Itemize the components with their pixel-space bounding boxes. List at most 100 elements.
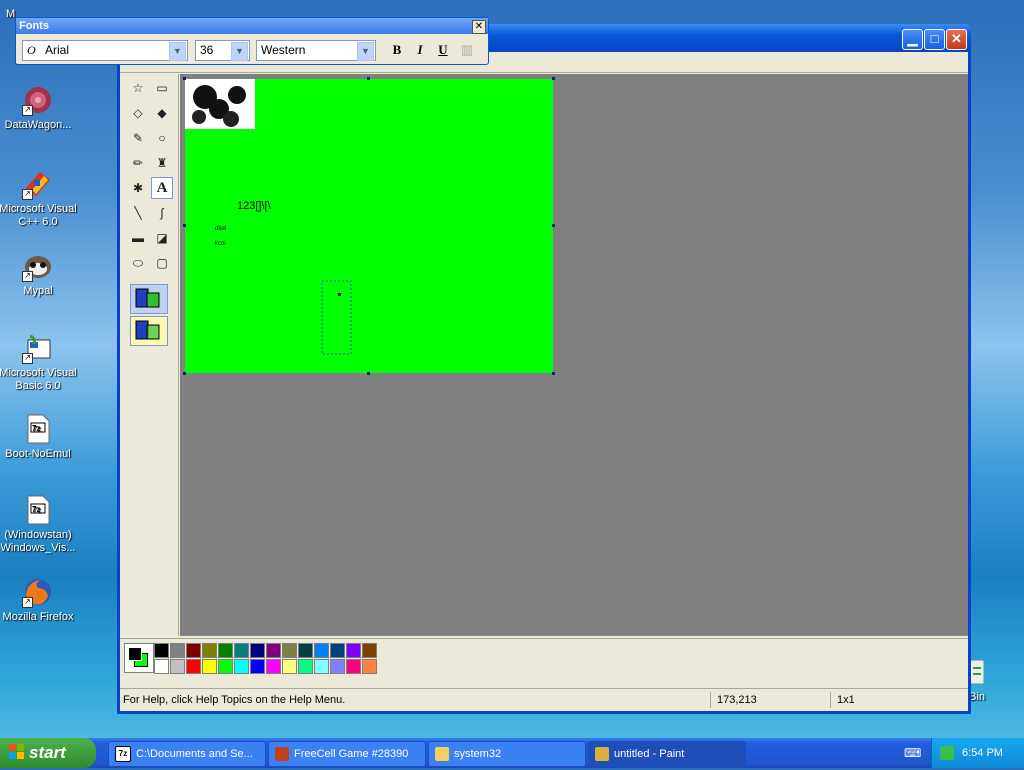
desktop-icon-visual-cpp[interactable]: ↗ Microsoft Visual C++ 6.0 — [0, 168, 78, 229]
color-swatch[interactable] — [154, 659, 169, 674]
desktop-icon-label: Mypal — [23, 285, 53, 297]
mypal-icon: ↗ — [22, 250, 54, 282]
task-button-documents[interactable]: 7z C:\Documents and Se... — [108, 741, 266, 767]
color-swatch[interactable] — [202, 659, 217, 674]
brush-tool[interactable]: ♜ — [152, 153, 172, 173]
color-swatch[interactable] — [330, 659, 345, 674]
color-swatch[interactable] — [170, 643, 185, 658]
maximize-button[interactable]: □ — [924, 29, 945, 50]
rounded-rectangle-tool[interactable]: ▢ — [152, 253, 172, 273]
text-tool[interactable]: A — [151, 177, 173, 199]
bold-button[interactable]: B — [388, 41, 406, 59]
magnifier-tool[interactable]: ○ — [152, 128, 172, 148]
canvas-text-2: dkdi — [215, 226, 227, 232]
color-swatch[interactable] — [362, 643, 377, 658]
desktop-icon-boot-noemul[interactable]: 7z Boot-NoEmul — [0, 413, 78, 461]
task-button-freecell[interactable]: FreeCell Game #28390 — [268, 741, 426, 767]
font-size-dropdown[interactable]: 36 ▼ — [195, 40, 250, 61]
script-value: Western — [261, 43, 306, 57]
fonts-close-button[interactable]: ✕ — [472, 20, 486, 34]
desktop-icon-label: DataWagon... — [4, 119, 72, 131]
color-swatch[interactable] — [346, 643, 361, 658]
line-tool[interactable]: ╲ — [128, 203, 148, 223]
underline-button[interactable]: U — [434, 41, 452, 59]
desktop-icon-mypal[interactable]: ↗ Mypal — [0, 250, 78, 298]
color-swatch[interactable] — [170, 659, 185, 674]
color-swatch[interactable] — [250, 659, 265, 674]
fonts-toolbar-title[interactable]: Fonts — [16, 18, 488, 34]
canvas-drawing — [185, 79, 352, 355]
pick-color-tool[interactable]: ✎ — [128, 128, 148, 148]
foreground-color-swatch[interactable] — [128, 647, 142, 661]
resize-handle[interactable] — [552, 372, 555, 375]
color-swatch[interactable] — [250, 643, 265, 658]
chevron-down-icon[interactable]: ▼ — [169, 42, 186, 61]
toolbox: ☆ ▭ ◇ ◆ ✎ ○ ✏ ♜ ✱ A ╲ ∫ ▬ ◪ ⬭ ▢ — [122, 74, 179, 636]
curve-tool[interactable]: ∫ — [152, 203, 172, 223]
resize-handle[interactable] — [552, 77, 555, 80]
color-swatch[interactable] — [266, 659, 281, 674]
eraser-tool[interactable]: ◇ — [128, 103, 148, 123]
color-swatch[interactable] — [282, 659, 297, 674]
resize-handle[interactable] — [183, 224, 186, 227]
airbrush-tool[interactable]: ✱ — [128, 178, 148, 198]
color-swatch[interactable] — [234, 643, 249, 658]
transparent-background-option[interactable] — [130, 316, 168, 346]
color-swatch[interactable] — [266, 643, 281, 658]
desktop-icon-visual-basic[interactable]: ↗ Microsoft Visual Basic 6.0 — [0, 332, 78, 393]
rectangle-tool[interactable]: ▬ — [128, 228, 148, 248]
close-button[interactable]: ✕ — [946, 29, 967, 50]
opaque-background-option[interactable] — [130, 284, 168, 314]
color-swatch[interactable] — [186, 643, 201, 658]
desktop-icon-label: Mozilla Firefox — [2, 611, 74, 623]
svg-text:7z: 7z — [32, 424, 40, 433]
polygon-tool[interactable]: ◪ — [152, 228, 172, 248]
ellipse-tool[interactable]: ⬭ — [128, 253, 148, 273]
resize-handle[interactable] — [552, 224, 555, 227]
select-tool[interactable]: ▭ — [152, 78, 172, 98]
visual-cpp-icon: ↗ — [22, 168, 54, 200]
italic-button[interactable]: I — [411, 41, 429, 59]
minimize-button[interactable]: ▁ — [902, 29, 923, 50]
free-form-select-tool[interactable]: ☆ — [128, 78, 148, 98]
task-button-system32[interactable]: system32 — [428, 741, 586, 767]
font-name-dropdown[interactable]: O Arial ▼ — [22, 40, 188, 61]
color-swatch[interactable] — [282, 643, 297, 658]
color-swatch[interactable] — [202, 643, 217, 658]
color-swatch[interactable] — [186, 659, 201, 674]
color-swatch[interactable] — [362, 659, 377, 674]
chevron-down-icon[interactable]: ▼ — [357, 42, 374, 61]
color-palette — [120, 638, 968, 681]
drawing-canvas[interactable]: 123[]\[\ dkdi kcoi — [185, 79, 553, 373]
resize-handle[interactable] — [183, 77, 186, 80]
desktop-icon-firefox[interactable]: ↗ Mozilla Firefox — [0, 576, 78, 624]
resize-handle[interactable] — [367, 77, 370, 80]
color-swatch[interactable] — [346, 659, 361, 674]
resize-handle[interactable] — [367, 372, 370, 375]
color-swatch[interactable] — [234, 659, 249, 674]
color-swatch[interactable] — [218, 659, 233, 674]
color-swatch[interactable] — [314, 659, 329, 674]
color-swatch[interactable] — [154, 643, 169, 658]
start-button[interactable]: start — [0, 738, 96, 768]
pencil-tool[interactable]: ✏ — [128, 153, 148, 173]
script-dropdown[interactable]: Western ▼ — [256, 40, 376, 61]
task-button-paint[interactable]: untitled - Paint — [588, 741, 746, 767]
color-swatch[interactable] — [298, 659, 313, 674]
chevron-down-icon[interactable]: ▼ — [231, 42, 248, 61]
fill-tool[interactable]: ◆ — [152, 103, 172, 123]
desktop-icon-windowstan[interactable]: 7z (Windowstan) Windows_Vis... — [0, 494, 78, 555]
recycle-bin-icon — [969, 656, 985, 688]
color-swatch[interactable] — [330, 643, 345, 658]
desktop-icon-label: Boot-NoEmul — [5, 448, 71, 460]
network-icon[interactable] — [940, 746, 954, 761]
desktop-icon-datawagon[interactable]: ↗ DataWagon... — [0, 84, 78, 132]
color-swatch[interactable] — [218, 643, 233, 658]
keyboard-icon[interactable]: ⌨ — [904, 746, 921, 760]
paint-icon — [595, 747, 609, 762]
7z-icon: 7z — [115, 746, 131, 763]
font-name-value: Arial — [45, 43, 70, 57]
color-swatch[interactable] — [298, 643, 313, 658]
resize-handle[interactable] — [183, 372, 186, 375]
color-swatch[interactable] — [314, 643, 329, 658]
